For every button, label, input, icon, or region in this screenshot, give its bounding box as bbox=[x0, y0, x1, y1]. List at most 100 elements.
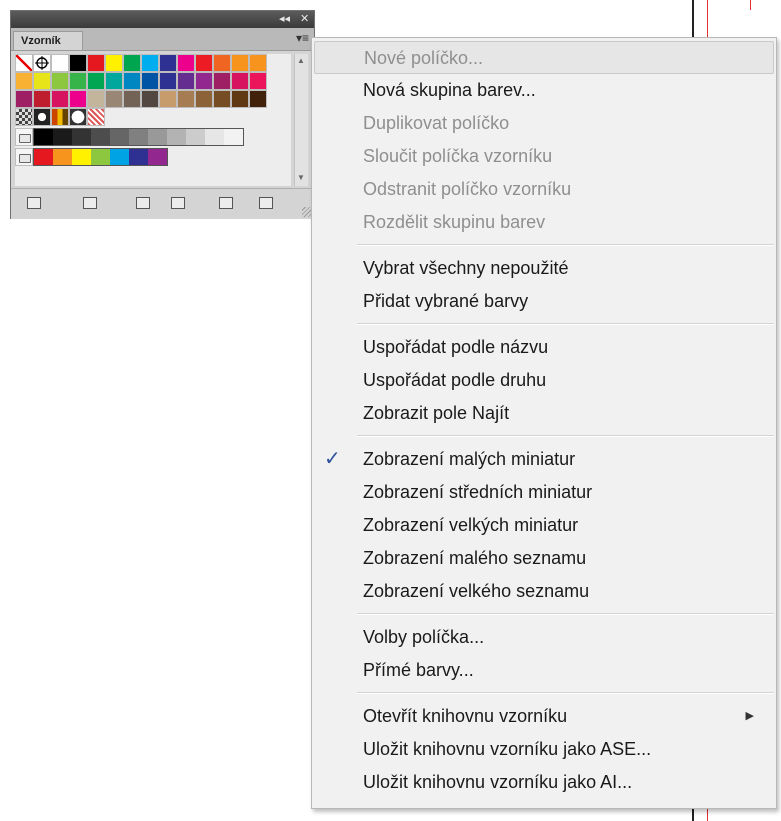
scroll-down-arrow-icon[interactable]: ▼ bbox=[297, 173, 305, 182]
menu-item[interactable]: Otevřít knihovnu vzorníku ▶ bbox=[314, 700, 774, 733]
color-swatch[interactable] bbox=[213, 90, 231, 108]
color-swatch[interactable] bbox=[110, 129, 129, 145]
pattern-wave-swatch[interactable] bbox=[87, 108, 105, 126]
color-swatch[interactable] bbox=[51, 72, 69, 90]
tab-swatches[interactable]: Vzorník bbox=[13, 31, 83, 50]
menu-item-label: Duplikovat políčko bbox=[363, 113, 510, 133]
color-swatch[interactable] bbox=[249, 54, 267, 72]
color-swatch[interactable] bbox=[205, 129, 224, 145]
color-swatch[interactable] bbox=[123, 54, 141, 72]
pattern-dot-swatch[interactable] bbox=[69, 108, 87, 126]
pattern-circle-swatch[interactable] bbox=[33, 108, 51, 126]
none-swatch[interactable] bbox=[15, 54, 33, 72]
menu-item: Nové políčko... bbox=[314, 41, 774, 74]
color-swatch[interactable] bbox=[159, 72, 177, 90]
color-swatch[interactable] bbox=[72, 129, 91, 145]
delete-swatch-icon[interactable] bbox=[259, 197, 273, 209]
menu-item[interactable]: Volby políčka... bbox=[314, 621, 774, 654]
swatch-row bbox=[15, 90, 267, 108]
pattern-stripes-swatch[interactable] bbox=[51, 108, 69, 126]
color-swatch[interactable] bbox=[213, 54, 231, 72]
color-swatch[interactable] bbox=[141, 54, 159, 72]
color-swatch[interactable] bbox=[195, 54, 213, 72]
color-swatch[interactable] bbox=[177, 90, 195, 108]
color-swatch[interactable] bbox=[129, 129, 148, 145]
menu-item[interactable]: Zobrazení velkých miniatur bbox=[314, 509, 774, 542]
swatch-scrollbar[interactable]: ▲ ▼ bbox=[294, 54, 308, 186]
color-swatch[interactable] bbox=[15, 72, 33, 90]
scroll-up-arrow-icon[interactable]: ▲ bbox=[297, 56, 305, 65]
menu-item[interactable]: Zobrazení středních miniatur bbox=[314, 476, 774, 509]
color-swatch[interactable] bbox=[105, 72, 123, 90]
color-swatch[interactable] bbox=[69, 90, 87, 108]
close-panel-icon[interactable]: ✕ bbox=[300, 12, 309, 27]
pattern-checker-swatch[interactable] bbox=[15, 108, 33, 126]
color-swatch[interactable] bbox=[91, 149, 110, 165]
color-swatch[interactable] bbox=[177, 54, 195, 72]
color-swatch[interactable] bbox=[72, 149, 91, 165]
menu-item[interactable]: Přímé barvy... bbox=[314, 654, 774, 687]
color-swatch[interactable] bbox=[91, 129, 110, 145]
panel-titlebar[interactable]: ◂◂ ✕ bbox=[11, 11, 314, 28]
color-swatch[interactable] bbox=[34, 149, 53, 165]
collapse-panel-icon[interactable]: ◂◂ bbox=[279, 12, 290, 27]
color-swatch[interactable] bbox=[159, 54, 177, 72]
color-swatch[interactable] bbox=[123, 90, 141, 108]
color-group-folder-icon[interactable] bbox=[15, 128, 33, 146]
color-swatch[interactable] bbox=[87, 54, 105, 72]
color-swatch[interactable] bbox=[53, 149, 72, 165]
menu-item[interactable]: Uložit knihovnu vzorníku jako AI... bbox=[314, 766, 774, 799]
color-swatch[interactable] bbox=[69, 72, 87, 90]
color-swatch[interactable] bbox=[231, 54, 249, 72]
color-swatch[interactable] bbox=[213, 72, 231, 90]
new-swatch-icon[interactable] bbox=[219, 197, 233, 209]
color-swatch[interactable] bbox=[177, 72, 195, 90]
color-swatch[interactable] bbox=[33, 72, 51, 90]
menu-item[interactable]: Zobrazení malého seznamu bbox=[314, 542, 774, 575]
color-swatch[interactable] bbox=[87, 72, 105, 90]
show-swatch-kinds-icon[interactable] bbox=[83, 197, 97, 209]
color-swatch[interactable] bbox=[51, 90, 69, 108]
color-swatch[interactable] bbox=[87, 90, 105, 108]
color-swatch[interactable] bbox=[148, 149, 167, 165]
swatch-libraries-menu-icon[interactable] bbox=[27, 197, 41, 209]
color-swatch[interactable] bbox=[195, 90, 213, 108]
color-swatch[interactable] bbox=[110, 149, 129, 165]
menu-item[interactable]: Nová skupina barev... bbox=[314, 74, 774, 107]
menu-item[interactable]: Přidat vybrané barvy bbox=[314, 285, 774, 318]
color-swatch[interactable] bbox=[123, 72, 141, 90]
color-swatch[interactable] bbox=[53, 129, 72, 145]
color-swatch[interactable] bbox=[105, 54, 123, 72]
color-swatch[interactable] bbox=[186, 129, 205, 145]
color-swatch[interactable] bbox=[195, 72, 213, 90]
color-swatch[interactable] bbox=[105, 90, 123, 108]
color-swatch[interactable] bbox=[167, 129, 186, 145]
color-swatch[interactable] bbox=[129, 149, 148, 165]
color-swatch[interactable] bbox=[224, 129, 243, 145]
menu-item[interactable]: Zobrazit pole Najít bbox=[314, 397, 774, 430]
color-swatch[interactable] bbox=[231, 72, 249, 90]
registration-swatch[interactable] bbox=[33, 54, 51, 72]
menu-item[interactable]: Uložit knihovnu vzorníku jako ASE... bbox=[314, 733, 774, 766]
menu-item[interactable]: Uspořádat podle druhu bbox=[314, 364, 774, 397]
color-swatch[interactable] bbox=[34, 129, 53, 145]
menu-item[interactable]: Vybrat všechny nepoužité bbox=[314, 252, 774, 285]
new-color-group-icon[interactable] bbox=[171, 197, 185, 209]
color-swatch[interactable] bbox=[69, 54, 87, 72]
color-swatch[interactable] bbox=[148, 129, 167, 145]
color-swatch[interactable] bbox=[249, 90, 267, 108]
color-swatch[interactable] bbox=[141, 90, 159, 108]
color-group-folder-icon[interactable] bbox=[15, 148, 33, 166]
menu-item[interactable]: Zobrazení malých miniatur ✓ bbox=[314, 443, 774, 476]
menu-item[interactable]: Zobrazení velkého seznamu bbox=[314, 575, 774, 608]
color-swatch[interactable] bbox=[33, 90, 51, 108]
color-swatch[interactable] bbox=[15, 90, 33, 108]
color-swatch[interactable] bbox=[141, 72, 159, 90]
color-swatch[interactable] bbox=[249, 72, 267, 90]
swatch-options-icon[interactable] bbox=[136, 197, 150, 209]
menu-item[interactable]: Uspořádat podle názvu bbox=[314, 331, 774, 364]
panel-menu-icon[interactable]: ▾≡ bbox=[296, 32, 309, 44]
color-swatch[interactable] bbox=[51, 54, 69, 72]
color-swatch[interactable] bbox=[231, 90, 249, 108]
color-swatch[interactable] bbox=[159, 90, 177, 108]
